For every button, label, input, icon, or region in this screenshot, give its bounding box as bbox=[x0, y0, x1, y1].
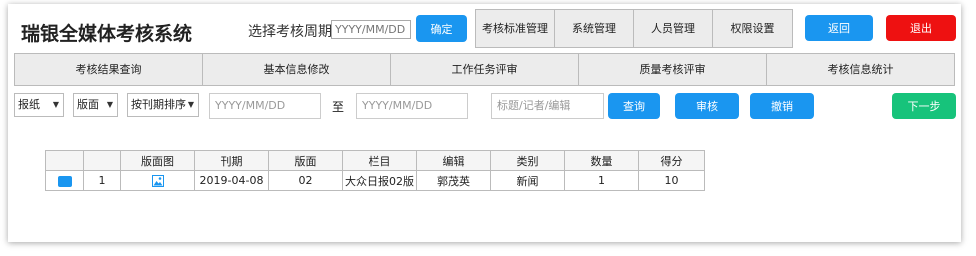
col-header-category: 类别 bbox=[490, 150, 565, 171]
period-date-input[interactable] bbox=[331, 20, 411, 39]
media-select[interactable]: 报纸 ▼ bbox=[14, 93, 64, 117]
col-header-column: 栏目 bbox=[342, 150, 417, 171]
col-header-editor: 编辑 bbox=[416, 150, 491, 171]
checkbox-checked-icon[interactable] bbox=[57, 175, 72, 187]
row-page: 02 bbox=[268, 170, 343, 191]
nav-item-system[interactable]: 系统管理 bbox=[555, 10, 634, 47]
chevron-down-icon: ▼ bbox=[106, 100, 113, 109]
page-select[interactable]: 版面 ▼ bbox=[73, 93, 118, 117]
image-icon[interactable] bbox=[151, 175, 164, 187]
app-title: 瑞银全媒体考核系统 bbox=[21, 23, 193, 45]
col-header-date: 刊期 bbox=[194, 150, 269, 171]
tab-task-review[interactable]: 工作任务评审 bbox=[391, 54, 579, 85]
tab-basic-info[interactable]: 基本信息修改 bbox=[203, 54, 391, 85]
col-header-page: 版面 bbox=[268, 150, 343, 171]
nav-item-personnel[interactable]: 人员管理 bbox=[634, 10, 713, 47]
table-row[interactable]: 1 2019-04-08 02 大众日报02版 郭茂英 新闻 1 10 bbox=[45, 170, 705, 191]
chevron-down-icon: ▼ bbox=[187, 100, 194, 109]
page-select-value: 版面 bbox=[77, 98, 99, 111]
next-step-button[interactable]: 下一步 bbox=[892, 93, 956, 119]
tab-result-query[interactable]: 考核结果查询 bbox=[15, 54, 203, 85]
row-score: 10 bbox=[638, 170, 705, 191]
row-count: 1 bbox=[564, 170, 639, 191]
results-table: 版面图 刊期 版面 栏目 编辑 类别 数量 得分 1 2019-04-08 02… bbox=[45, 150, 705, 191]
date-to-input[interactable]: YYYY/MM/DD bbox=[356, 93, 468, 119]
tab-statistics[interactable]: 考核信息统计 bbox=[767, 54, 954, 85]
nav-item-criteria[interactable]: 考核标准管理 bbox=[476, 10, 555, 47]
row-column: 大众日报02版 bbox=[342, 170, 417, 191]
row-page-image-cell[interactable] bbox=[120, 170, 195, 191]
row-index: 1 bbox=[83, 170, 121, 191]
confirm-button[interactable]: 确定 bbox=[416, 15, 467, 42]
back-button[interactable]: 返回 bbox=[805, 15, 873, 41]
row-checkbox-cell[interactable] bbox=[45, 170, 84, 191]
revoke-button[interactable]: 撤销 bbox=[750, 93, 814, 119]
query-button[interactable]: 查询 bbox=[608, 93, 660, 119]
keyword-input[interactable]: 标题/记者/编辑 bbox=[491, 93, 604, 119]
review-button[interactable]: 审核 bbox=[675, 93, 739, 119]
col-header-count: 数量 bbox=[564, 150, 639, 171]
row-editor: 郭茂英 bbox=[416, 170, 491, 191]
date-from-input[interactable]: YYYY/MM/DD bbox=[209, 93, 321, 119]
logout-button[interactable]: 退出 bbox=[886, 15, 956, 41]
chevron-down-icon: ▼ bbox=[52, 100, 59, 109]
main-tabs: 考核结果查询 基本信息修改 工作任务评审 质量考核评审 考核信息统计 bbox=[14, 53, 955, 86]
media-select-value: 报纸 bbox=[18, 98, 40, 111]
app-frame: 瑞银全媒体考核系统 选择考核周期 确定 考核标准管理 系统管理 人员管理 权限设… bbox=[8, 4, 961, 242]
row-category: 新闻 bbox=[490, 170, 565, 191]
col-header-page-image: 版面图 bbox=[120, 150, 195, 171]
col-header-index bbox=[83, 150, 121, 171]
sort-select-value: 按刊期排序 bbox=[131, 98, 186, 111]
col-header-select bbox=[45, 150, 84, 171]
col-header-score: 得分 bbox=[638, 150, 705, 171]
period-label: 选择考核周期 bbox=[248, 24, 332, 40]
table-header-row: 版面图 刊期 版面 栏目 编辑 类别 数量 得分 bbox=[45, 150, 705, 171]
sort-select[interactable]: 按刊期排序 ▼ bbox=[127, 93, 199, 117]
top-nav: 考核标准管理 系统管理 人员管理 权限设置 bbox=[475, 9, 793, 48]
to-label: 至 bbox=[332, 100, 345, 114]
nav-item-permissions[interactable]: 权限设置 bbox=[713, 10, 792, 47]
row-date: 2019-04-08 bbox=[194, 170, 269, 191]
tab-quality-review[interactable]: 质量考核评审 bbox=[579, 54, 767, 85]
